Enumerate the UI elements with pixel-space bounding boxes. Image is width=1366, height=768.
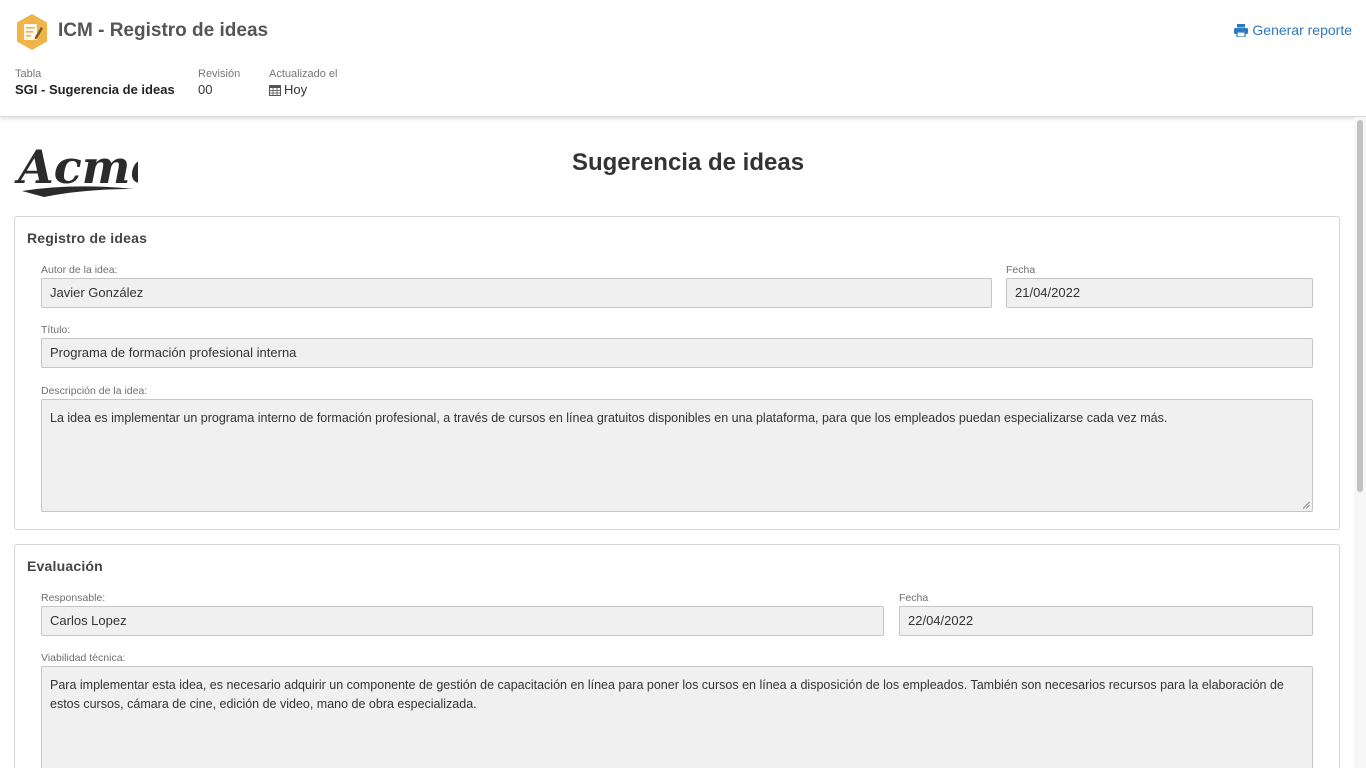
- app-title: ICM - Registro de ideas: [58, 20, 269, 41]
- evaluacion-date-group: Fecha 22/04/2022: [899, 592, 1313, 636]
- viability-label: Viabilidad técnica:: [41, 652, 126, 664]
- revision-label: Revisión: [198, 68, 241, 80]
- description-textarea[interactable]: La idea es implementar un programa inter…: [41, 399, 1313, 512]
- evaluacion-date-input[interactable]: 22/04/2022: [899, 606, 1313, 636]
- section-registro: Registro de ideas Autor de la idea: Javi…: [14, 216, 1340, 530]
- section-evaluacion-title: Evaluación: [27, 558, 103, 574]
- registro-date-input[interactable]: 21/04/2022: [1006, 278, 1313, 308]
- section-evaluacion: Evaluación Responsable: Carlos Lopez Fec…: [14, 544, 1340, 768]
- responsible-field-group: Responsable: Carlos Lopez: [41, 592, 884, 636]
- title-field-group: Título: Programa de formación profesiona…: [41, 324, 1313, 368]
- author-label: Autor de la idea:: [41, 264, 118, 276]
- author-input[interactable]: Javier González: [41, 278, 992, 308]
- vertical-scrollbar[interactable]: [1354, 117, 1366, 768]
- form-content[interactable]: Acme Sugerencia de ideas Registro de ide…: [0, 117, 1366, 768]
- scrollbar-thumb[interactable]: [1357, 120, 1363, 492]
- description-field-group: Descripción de la idea: La idea es imple…: [41, 385, 1313, 512]
- meta-updated: Actualizado el Hoy: [269, 68, 338, 98]
- table-label: Tabla: [15, 68, 42, 80]
- printer-icon: [1234, 23, 1249, 37]
- document-title: Sugerencia de ideas: [571, 149, 805, 176]
- viability-field-group: Viabilidad técnica: Para implementar est…: [41, 652, 1313, 768]
- meta-revision: Revisión 00: [198, 68, 240, 98]
- edit-document-icon: [17, 14, 47, 50]
- evaluacion-date-label: Fecha: [899, 592, 929, 604]
- section-registro-title: Registro de ideas: [27, 230, 148, 246]
- viability-textarea[interactable]: Para implementar esta idea, es necesario…: [41, 666, 1313, 768]
- calendar-icon: [269, 85, 281, 96]
- responsible-label: Responsable:: [41, 592, 106, 604]
- viability-text: Para implementar esta idea, es necesario…: [50, 678, 1284, 711]
- registro-date-label: Fecha: [1006, 264, 1036, 276]
- revision-value: 00: [198, 82, 213, 97]
- app-header: ICM - Registro de ideas Generar reporte …: [0, 0, 1366, 117]
- resize-grip-icon[interactable]: [1302, 501, 1310, 509]
- updated-label: Actualizado el: [269, 68, 338, 80]
- registro-date-group: Fecha 21/04/2022: [1006, 264, 1313, 308]
- description-text: La idea es implementar un programa inter…: [50, 411, 1168, 425]
- description-label: Descripción de la idea:: [41, 385, 148, 397]
- title-input[interactable]: Programa de formación profesional intern…: [41, 338, 1313, 368]
- updated-value-wrap: Hoy: [269, 82, 338, 98]
- meta-table: Tabla SGI - Sugerencia de ideas: [15, 68, 175, 98]
- generate-report-link[interactable]: Generar reporte: [1234, 22, 1352, 38]
- updated-value: Hoy: [284, 82, 308, 97]
- author-field-group: Autor de la idea: Javier González: [41, 264, 992, 308]
- table-value: SGI - Sugerencia de ideas: [15, 82, 175, 97]
- generate-report-label: Generar reporte: [1252, 22, 1352, 38]
- title-label: Título:: [41, 324, 71, 336]
- responsible-input[interactable]: Carlos Lopez: [41, 606, 884, 636]
